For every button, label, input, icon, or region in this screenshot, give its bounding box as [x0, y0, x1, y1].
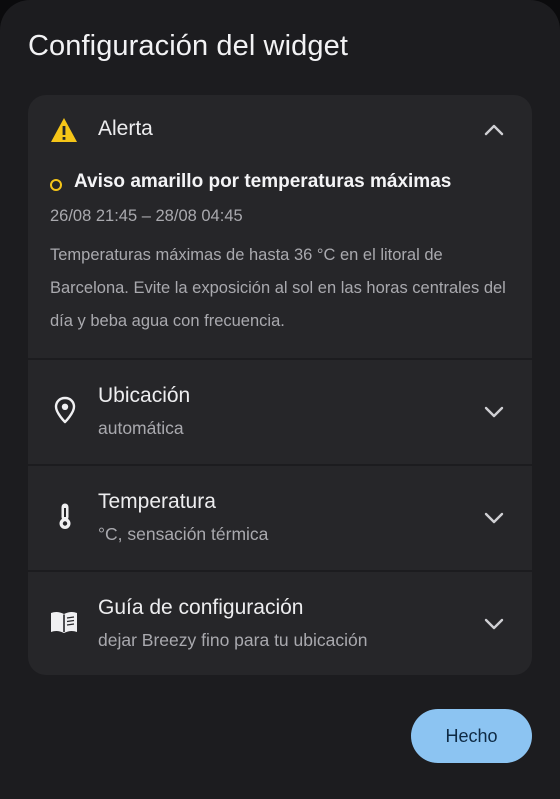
alert-section-title: Alerta [98, 117, 153, 140]
chevron-up-icon[interactable] [484, 123, 504, 137]
done-button[interactable]: Hecho [411, 709, 532, 763]
settings-card: Alerta Aviso amarillo por temperaturas m… [28, 95, 532, 675]
setting-location-subtitle: automática [98, 418, 184, 438]
book-icon [51, 611, 77, 633]
setting-temperature[interactable]: Temperatura °C, sensación térmica [28, 466, 532, 570]
chevron-down-icon[interactable] [484, 511, 504, 525]
setting-guide-title: Guía de configuración [98, 596, 304, 619]
warning-icon [51, 118, 77, 142]
dialog-title: Configuración del widget [28, 30, 348, 62]
warning-date-range: 26/08 21:45 – 28/08 04:45 [50, 207, 243, 225]
alert-section-header[interactable]: Alerta [28, 95, 532, 165]
setting-temperature-subtitle: °C, sensación térmica [98, 524, 269, 544]
setting-configuration-guide[interactable]: Guía de configuración dejar Breezy fino … [28, 572, 532, 675]
setting-temperature-title: Temperatura [98, 490, 216, 513]
setting-guide-subtitle: dejar Breezy fino para tu ubicación [98, 630, 368, 650]
setting-location[interactable]: Ubicación automática [28, 360, 532, 464]
setting-location-title: Ubicación [98, 384, 191, 407]
widget-settings-sheet: Configuración del widget Alerta Aviso am… [0, 0, 560, 799]
warning-level-dot-icon [50, 179, 62, 191]
warning-title: Aviso amarillo por temperaturas máximas [74, 171, 452, 192]
chevron-down-icon[interactable] [484, 405, 504, 419]
thermometer-icon [59, 503, 71, 529]
chevron-down-icon[interactable] [484, 617, 504, 631]
location-pin-icon [54, 396, 76, 424]
warning-description: Temperaturas máximas de hasta 36 °C en e… [50, 246, 506, 330]
